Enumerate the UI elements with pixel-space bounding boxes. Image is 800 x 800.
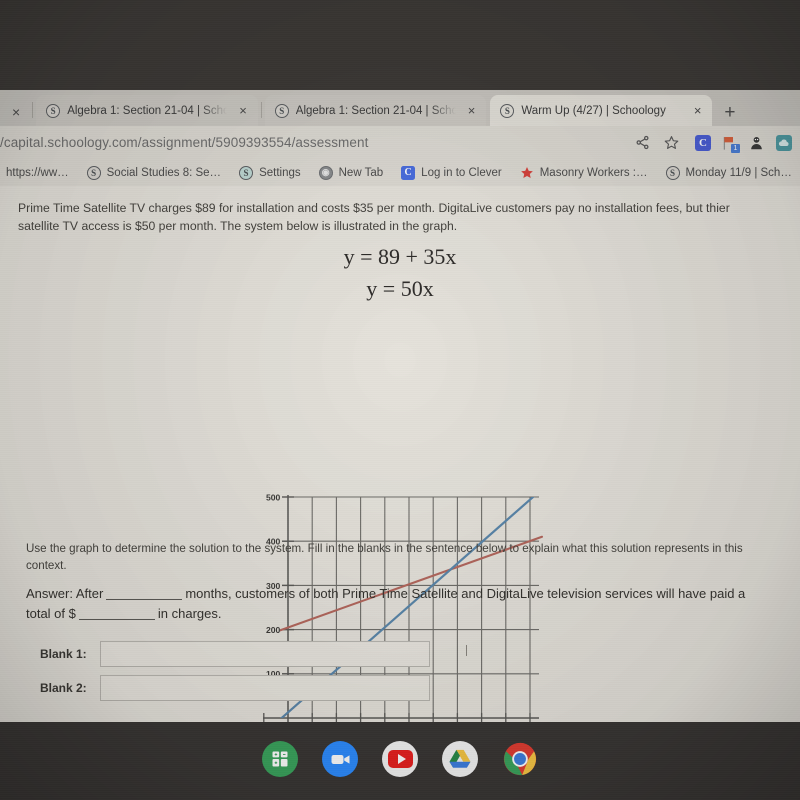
inline-blank-1 [106,599,183,600]
bookmark-label: Log in to Clever [421,166,502,179]
tab-title: Algebra 1: Section 21-04 | School [67,104,228,117]
equation-1: y = 89 + 35x [343,244,457,269]
bookmark-label: Monday 11/9 | Sch… [685,166,792,179]
tab-divider [32,102,34,118]
shelf-icon-row [0,730,800,788]
blank-2-input[interactable] [100,675,430,701]
clever-icon: C [401,165,416,180]
tab-algebra-1[interactable]: S Algebra 1: Section 21-04 | School × [36,95,258,126]
bookmark-label: Social Studies 8: Se… [106,166,222,179]
chromebook-screen-photo: × S Algebra 1: Section 21-04 | School × … [0,0,800,800]
blank-1-row: Blank 1: [40,641,430,667]
tab-title: Warm Up (4/27) | Schoology [521,104,666,117]
zoom-icon[interactable] [322,741,358,777]
bookmark-item[interactable]: S Settings [230,165,310,180]
close-icon[interactable]: × [234,104,252,117]
chrome-icon[interactable] [502,741,538,777]
blank-1-input[interactable] [100,641,430,667]
offscreen-tab-close-icon[interactable]: × [0,104,29,126]
bookmark-item[interactable]: C Log in to Clever [392,165,511,180]
schoology-icon: S [665,165,680,180]
bookmark-item[interactable]: Masonry Workers :… [511,166,657,180]
monitor-bezel-top [0,0,800,90]
clever-extension-icon[interactable]: C [695,134,711,151]
bookmark-label: New Tab [338,166,384,179]
bookmark-item[interactable]: ◉ New Tab [310,165,393,180]
bookmark-item[interactable]: https://ww… [4,167,78,179]
schoology-icon: S [239,165,254,180]
chrome-browser-window: × S Algebra 1: Section 21-04 | School × … [0,90,800,722]
answer-sentence: Answer: After months, customers of both P… [26,584,766,623]
star-icon [520,166,534,180]
bookmark-label: https://ww… [6,166,69,179]
bookmark-star-icon[interactable] [664,135,679,150]
bookmark-label: Settings [259,166,301,179]
blank-2-row: Blank 2: [40,675,430,701]
close-icon[interactable]: × [689,104,707,117]
globe-icon: ◉ [318,165,333,180]
answer-middle: months, customers of both Prime Time Sat… [26,586,746,621]
omnibox-row: /capital.schoology.com/assignment/590939… [0,126,800,159]
bookmark-label: Masonry Workers :… [539,166,648,179]
schoology-icon: S [46,103,61,118]
blank-2-label: Blank 2: [40,681,87,695]
schoology-icon: S [500,103,515,118]
svg-text:500: 500 [266,492,281,502]
launcher-icon[interactable] [262,741,298,777]
share-icon[interactable] [635,135,650,150]
address-bar-url[interactable]: /capital.schoology.com/assignment/590939… [0,135,628,150]
tab-strip: × S Algebra 1: Section 21-04 | School × … [0,90,800,126]
tab-divider [260,102,262,118]
cloud-extension-icon[interactable] [776,134,792,151]
tab-title: Algebra 1: Section 21-04 | School [295,104,456,117]
close-icon[interactable]: × [463,104,481,117]
svg-text:200: 200 [266,625,281,635]
chromeos-shelf [0,722,800,800]
youtube-icon[interactable] [382,741,418,777]
problem-statement: Prime Time Satellite TV charges $89 for … [18,201,730,233]
bookmarks-bar: https://ww… S Social Studies 8: Se… S Se… [0,159,800,186]
equation-2: y = 50x [366,276,434,301]
answer-suffix: in charges. [157,605,222,621]
tab-warm-up[interactable]: S Warm Up (4/27) | Schoology × [490,95,713,126]
tab-algebra-2[interactable]: S Algebra 1: Section 21-04 | School × [264,95,487,126]
google-drive-icon[interactable] [442,741,478,777]
text-caret [466,645,467,656]
blank-1-label: Blank 1: [40,647,87,661]
bookmark-item[interactable]: S Monday 11/9 | Sch… [657,165,800,180]
flag-extension-icon[interactable]: 1 [721,135,740,153]
instructions-text: Use the graph to determine the solution … [26,542,743,573]
schoology-icon: S [86,165,101,180]
new-tab-button[interactable]: + [712,103,745,126]
person-extension-icon[interactable] [749,135,764,151]
bookmark-item[interactable]: S Social Studies 8: Se… [78,165,230,180]
schoology-icon: S [274,103,289,118]
answer-prefix: Answer: After [26,586,104,601]
inline-blank-2 [78,618,155,620]
assignment-page: Prime Time Satellite TV charges $89 for … [0,186,800,722]
